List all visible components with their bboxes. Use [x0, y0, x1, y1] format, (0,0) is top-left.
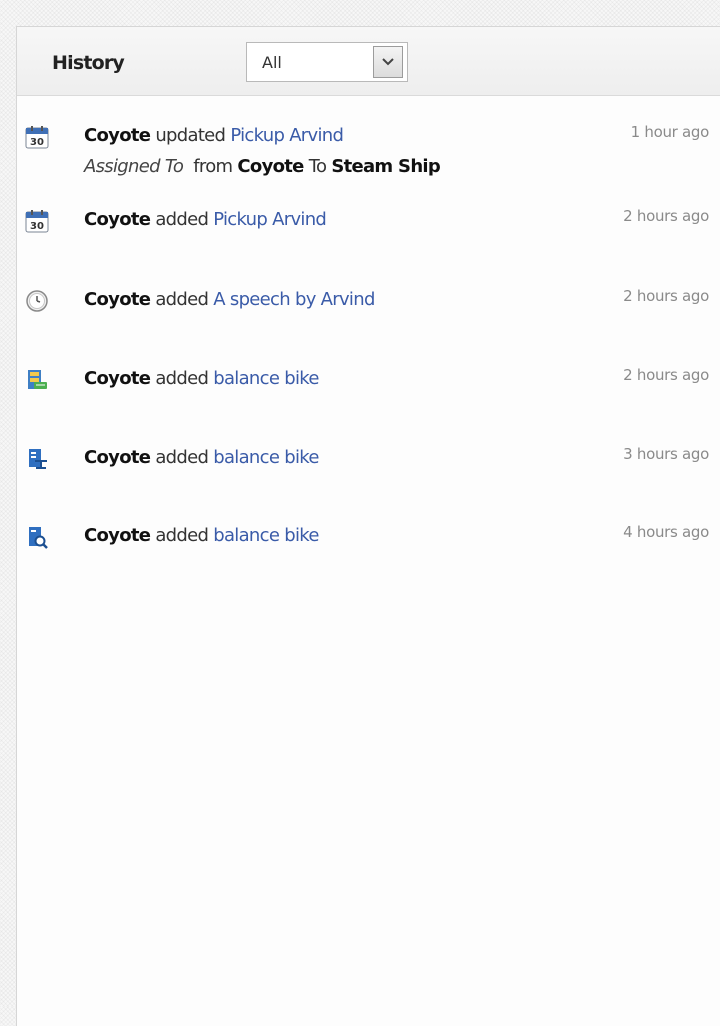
history-entry: 30 Coyote added Pickup Arvind 2 hours ag…	[17, 207, 720, 269]
entry-timestamp: 2 hours ago	[623, 287, 709, 305]
entry-target-link[interactable]: balance bike	[213, 525, 319, 546]
history-entry: Coyote added balance bike 3 hours ago	[17, 445, 720, 507]
entry-target-link[interactable]: Pickup Arvind	[230, 125, 344, 146]
entry-change-detail: Assigned To from Coyote To Steam Ship	[84, 156, 441, 177]
from-word: from	[193, 156, 233, 177]
entry-action: added	[155, 447, 209, 468]
calendar-icon: 30	[25, 125, 49, 149]
history-header: History All	[17, 27, 720, 96]
history-filter-select[interactable]: All	[246, 42, 408, 82]
clock-icon	[25, 289, 49, 313]
history-panel: History All 30 Coyote updated Pickup Arv…	[16, 26, 720, 1026]
entry-action: added	[155, 525, 209, 546]
svg-text:30: 30	[30, 221, 44, 232]
history-entry: Coyote added balance bike 4 hours ago	[17, 523, 720, 585]
entry-timestamp: 2 hours ago	[623, 207, 709, 225]
document-search-icon	[25, 525, 49, 549]
history-entry: Coyote added A speech by Arvind 2 hours …	[17, 287, 720, 349]
entry-timestamp: 3 hours ago	[623, 445, 709, 463]
entry-target-link[interactable]: A speech by Arvind	[213, 289, 375, 310]
entry-action: added	[155, 209, 209, 230]
from-value: Coyote	[237, 156, 304, 177]
filter-selected-value: All	[262, 53, 282, 72]
entry-action: added	[155, 289, 209, 310]
to-value: Steam Ship	[331, 156, 441, 177]
history-entry: Coyote added balance bike 2 hours ago	[17, 366, 720, 428]
changed-field: Assigned To	[84, 156, 184, 177]
entry-actor: Coyote	[84, 368, 151, 389]
entry-target-link[interactable]: balance bike	[213, 368, 319, 389]
chevron-down-icon[interactable]	[373, 46, 403, 78]
entry-timestamp: 1 hour ago	[630, 123, 710, 141]
entry-actor: Coyote	[84, 209, 151, 230]
entry-action: added	[155, 368, 209, 389]
history-entry: 30 Coyote updated Pickup Arvind Assigned…	[17, 123, 720, 185]
calendar-icon: 30	[25, 209, 49, 233]
svg-text:30: 30	[30, 137, 44, 148]
entry-actor: Coyote	[84, 525, 151, 546]
entry-actor: Coyote	[84, 125, 151, 146]
archive-box-icon	[25, 368, 49, 392]
entry-action: updated	[155, 125, 226, 146]
entry-target-link[interactable]: Pickup Arvind	[213, 209, 327, 230]
to-word: To	[308, 156, 327, 177]
entry-actor: Coyote	[84, 289, 151, 310]
document-tasks-icon	[25, 447, 49, 471]
history-title: History	[52, 52, 125, 74]
entry-timestamp: 4 hours ago	[623, 523, 709, 541]
entry-actor: Coyote	[84, 447, 151, 468]
entry-target-link[interactable]: balance bike	[213, 447, 319, 468]
entry-timestamp: 2 hours ago	[623, 366, 709, 384]
